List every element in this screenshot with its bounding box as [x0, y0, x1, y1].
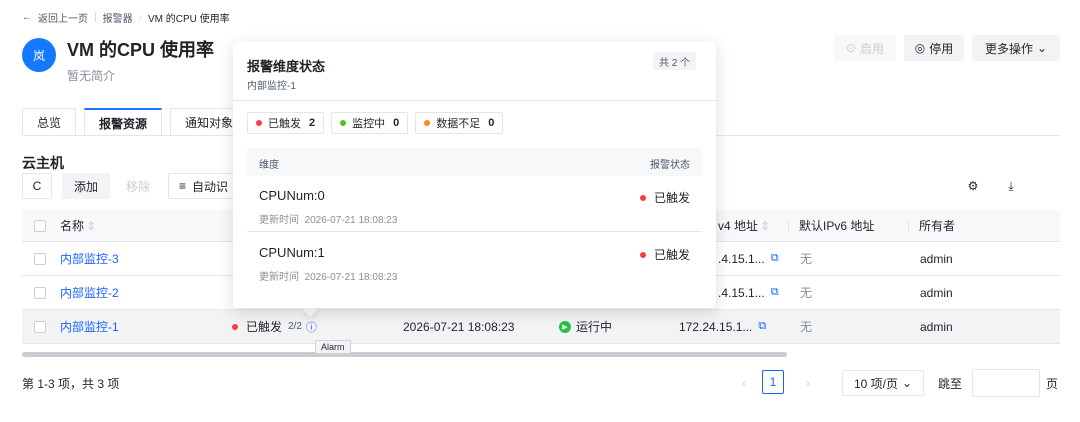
enable-button[interactable]: ⊙ 启用 — [834, 35, 896, 61]
row-checkbox[interactable] — [34, 320, 46, 333]
breadcrumb-current: VM 的CPU 使用率 — [147, 14, 230, 25]
sort-icon: ⇕ — [760, 218, 771, 233]
stop-circle-icon: ◎ — [914, 41, 926, 55]
run-status: ▶ 运行中 — [559, 310, 612, 343]
owner-value: admin — [920, 319, 953, 334]
dimension-row: CPUNum:0 更新时间 2026-07-21 18:08:23 已触发 — [247, 176, 702, 232]
breadcrumb: ← 返回上一页 | 报警器 › VM 的CPU 使用率 — [22, 10, 230, 25]
disable-button[interactable]: ◎ 停用 — [904, 35, 964, 61]
pagination-summary: 第 1-3 项，共 3 项 — [22, 377, 120, 391]
add-button[interactable]: 添加 — [62, 173, 110, 199]
play-circle-icon: ⊙ — [845, 41, 857, 55]
breadcrumb-separator: | — [94, 12, 97, 23]
alarm-dot-icon — [232, 323, 238, 330]
column-ipv6: 默认IPv6 地址 — [788, 210, 874, 241]
page-description: 暂无简介 — [67, 69, 116, 83]
alarm-avatar-icon: 岚 — [22, 38, 56, 72]
settings-icon[interactable]: ⚙ — [958, 173, 988, 199]
page-size-select[interactable]: 10 项/页 ⌄ — [842, 370, 924, 396]
back-link[interactable]: 返回上一页 — [38, 10, 88, 25]
tag-triggered[interactable]: 已触发 2 — [247, 112, 325, 134]
column-name[interactable]: 名称 ⇕ — [60, 210, 96, 241]
page-suffix: 页 — [1046, 376, 1059, 391]
alarm-dot-icon — [639, 251, 646, 258]
chevron-down-icon: ⌄ — [1036, 41, 1048, 55]
ipv6-value: 无 — [800, 320, 813, 334]
ipv4-value: .4.15.1... ⧉ — [718, 285, 779, 300]
ipv4-value: .4.15.1... ⧉ — [718, 251, 779, 266]
breadcrumb-parent[interactable]: 报警器 — [103, 10, 133, 25]
copy-icon[interactable]: ⧉ — [771, 252, 779, 265]
tag-monitoring[interactable]: 监控中 0 — [331, 112, 409, 134]
row-checkbox[interactable] — [34, 252, 46, 265]
info-icon[interactable]: ⓘ — [306, 319, 317, 335]
updated-time: 2026-07-21 18:08:23 — [403, 319, 515, 334]
owner-value: admin — [920, 251, 953, 266]
alarm-tooltip: Alarm — [315, 340, 351, 354]
vm-name-link[interactable]: 内部监控-2 — [60, 276, 119, 309]
popover-subtitle: 内部监控-1 — [247, 81, 296, 92]
status-tags: 已触发 2 监控中 0 数据不足 0 — [247, 112, 504, 134]
ipv6-value: 无 — [800, 286, 813, 300]
sort-icon: ⇕ — [86, 218, 97, 233]
vm-name-link[interactable]: 内部监控-1 — [60, 310, 119, 343]
alarm-dot-icon — [639, 194, 646, 201]
table-row[interactable]: 内部监控-1 已触发 2/2 ⓘ 2026-07-21 18:08:23 ▶ 运… — [22, 310, 1060, 344]
page-1-button[interactable]: 1 — [762, 370, 784, 394]
chevron-down-icon: ⌄ — [901, 376, 913, 390]
column-ipv4[interactable]: v4 地址 ⇕ — [718, 210, 770, 241]
remove-button[interactable]: 移除 — [116, 173, 160, 199]
more-actions-button[interactable]: 更多操作 ⌄ — [972, 35, 1060, 61]
total-count-badge: 共 2 个 — [653, 52, 697, 70]
popover-table-header: 维度 报警状态 — [247, 148, 702, 176]
popover-title: 报警维度状态 — [247, 59, 326, 74]
row-checkbox[interactable] — [34, 286, 46, 299]
section-title: 云主机 — [22, 155, 64, 171]
column-owner: 所有者 — [908, 210, 955, 241]
select-all-checkbox[interactable] — [34, 219, 46, 232]
running-icon: ▶ — [559, 320, 571, 333]
tag-insufficient-data[interactable]: 数据不足 0 — [415, 112, 504, 134]
copy-icon[interactable]: ⧉ — [758, 320, 766, 333]
alarm-status: 已触发 2/2 ⓘ — [232, 310, 317, 343]
download-icon[interactable]: ⤓ — [996, 173, 1026, 199]
tab-alarm-resources[interactable]: 报警资源 — [84, 108, 163, 136]
filter-icon: ≡ — [179, 179, 187, 193]
owner-value: admin — [920, 285, 953, 300]
vm-name-link[interactable]: 内部监控-3 — [60, 242, 119, 275]
tab-overview[interactable]: 总览 — [22, 108, 77, 136]
refresh-icon[interactable]: C — [22, 173, 52, 199]
prev-page-icon[interactable]: ‹ — [736, 371, 752, 395]
chevron-right-icon: › — [138, 12, 142, 23]
alarm-dimension-popover: 报警维度状态 内部监控-1 共 2 个 已触发 2 监控中 0 数据不足 0 维度 报… — [233, 42, 716, 308]
ipv6-value: 无 — [800, 252, 813, 266]
auto-detect-button[interactable]: ≡ 自动识 — [168, 173, 234, 199]
page-title: VM 的CPU 使用率 — [67, 40, 215, 60]
dimension-row: CPUNum:1 更新时间 2026-07-21 18:08:23 已触发 — [259, 245, 690, 283]
goto-label: 跳至 — [938, 376, 963, 391]
tab-bar: 总览 报警资源 通知对象 — [22, 108, 256, 136]
back-arrow-icon[interactable]: ← — [22, 12, 32, 23]
ipv4-value: 172.24.15.1... ⧉ — [679, 319, 767, 334]
horizontal-scrollbar[interactable] — [22, 352, 787, 357]
copy-icon[interactable]: ⧉ — [771, 286, 779, 299]
next-page-icon[interactable]: › — [800, 371, 816, 395]
goto-page-input[interactable] — [972, 369, 1040, 397]
